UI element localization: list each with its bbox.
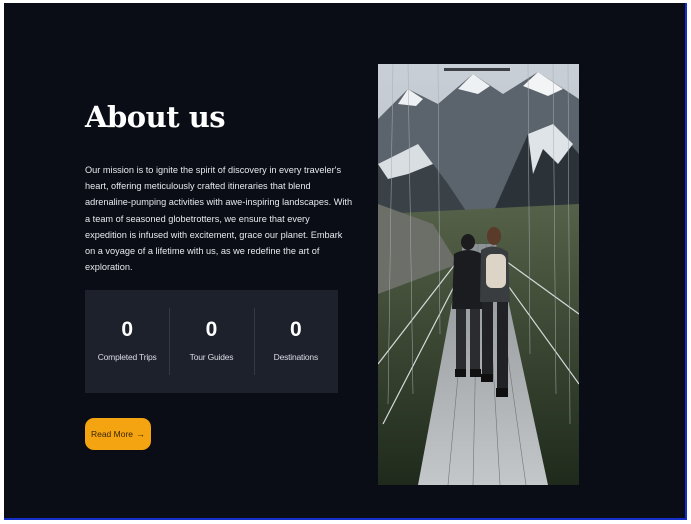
stat-value: 0 xyxy=(205,318,218,341)
photo-illustration xyxy=(378,64,579,485)
arrow-right-icon: → xyxy=(136,428,146,439)
stat-label: Destinations xyxy=(273,352,319,362)
read-more-label: Read More xyxy=(90,429,134,439)
stat-label: Completed Trips xyxy=(97,352,157,362)
stat-value: 0 xyxy=(121,318,133,341)
stat-tour-guides: 0 Tour Guides xyxy=(169,290,253,393)
hikers-bridge-photo xyxy=(378,64,579,485)
stat-value: 0 xyxy=(289,318,302,341)
stats-panel: 0 Completed Trips 0 Tour Guides 0 Destin… xyxy=(85,290,338,393)
mission-paragraph: Our mission is to ignite the spirit of d… xyxy=(85,165,353,273)
section-title: About us xyxy=(85,100,226,134)
about-section: About us Our mission is to ignite the sp… xyxy=(4,3,687,520)
stat-completed-trips: 0 Completed Trips xyxy=(85,290,169,393)
read-more-button[interactable]: Read More → xyxy=(85,418,151,450)
stat-destinations: 0 Destinations xyxy=(253,290,338,393)
stat-label: Tour Guides xyxy=(189,352,234,362)
